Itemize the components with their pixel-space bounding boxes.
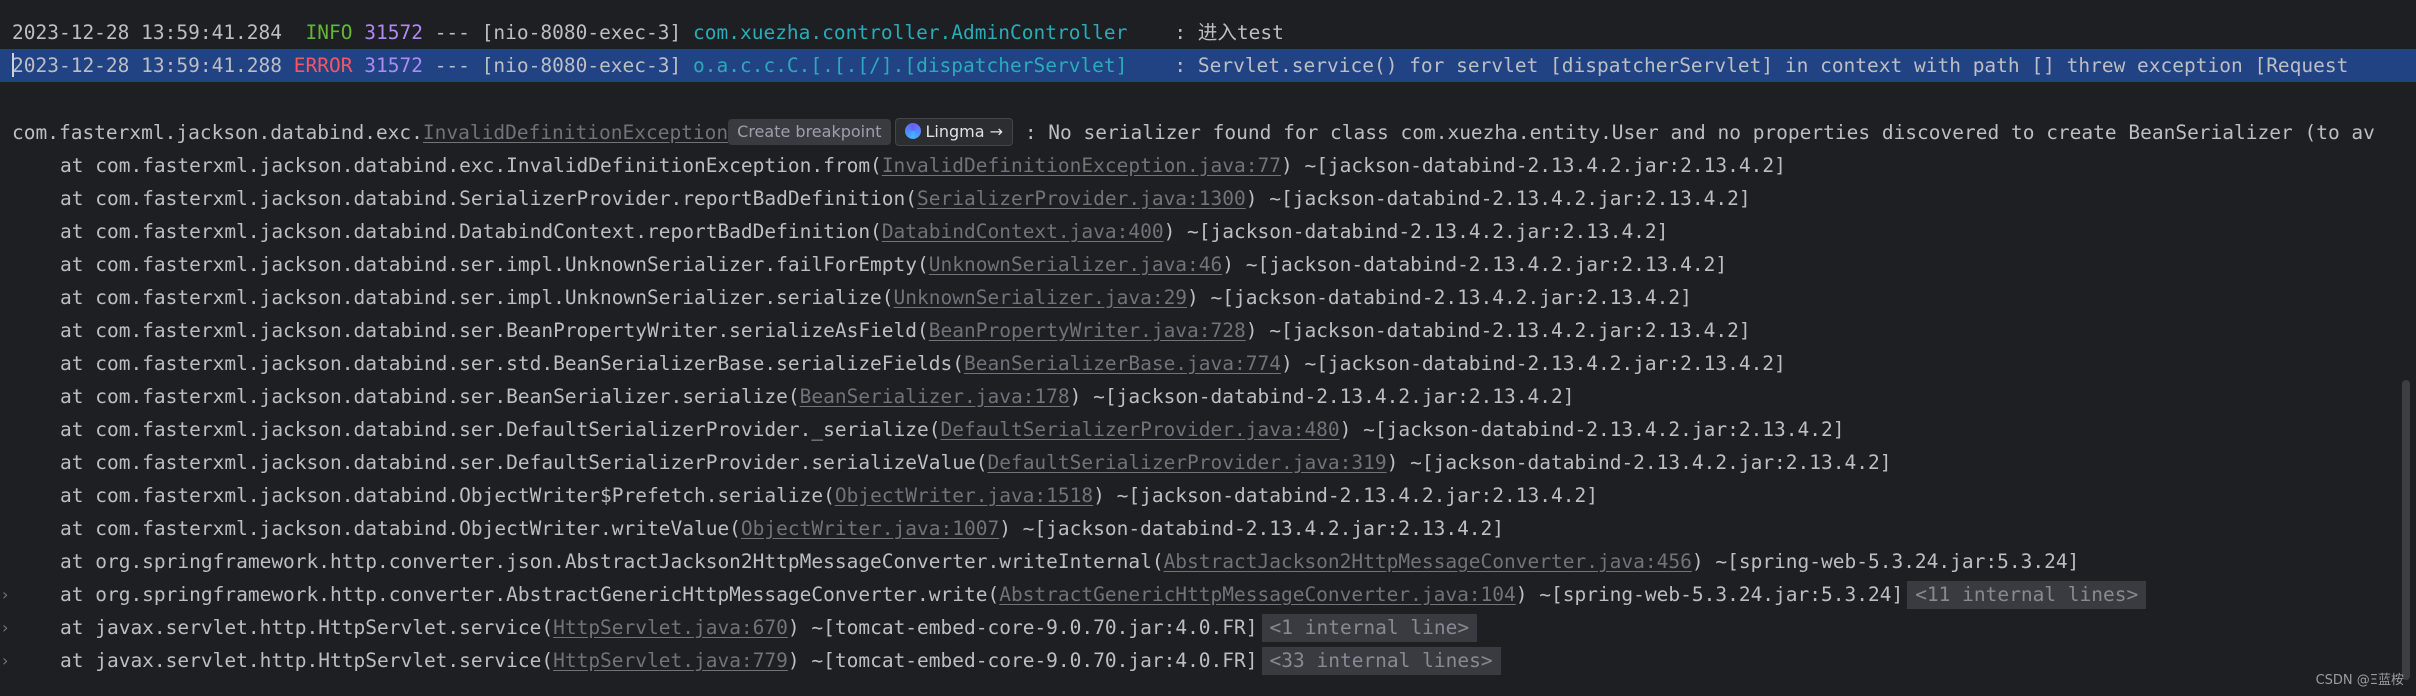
stack-frame: at com.fasterxml.jackson.databind.ser.st… — [0, 347, 2416, 380]
frame-source-link[interactable]: BeanSerializerBase.java:774 — [964, 352, 1281, 375]
stack-frame: › at javax.servlet.http.HttpServlet.servi… — [0, 644, 2416, 677]
internal-lines-fold[interactable]: <33 internal lines> — [1261, 646, 1501, 675]
frame-source-link[interactable]: HttpServlet.java:670 — [553, 616, 788, 639]
frame-source-link[interactable]: UnknownSerializer.java:46 — [929, 253, 1223, 276]
frame-method: at javax.servlet.http.HttpServlet.servic… — [60, 649, 554, 672]
exception-message: : No serializer found for class com.xuez… — [1024, 121, 2375, 144]
frame-method: at org.springframework.http.converter.js… — [60, 550, 1164, 573]
frame-method: at javax.servlet.http.HttpServlet.servic… — [60, 616, 554, 639]
log-message: : Servlet.service() for servlet [dispatc… — [1174, 54, 2349, 77]
watermark: CSDN @Ξ蓝桉 — [2315, 673, 2404, 688]
frame-jar-info: ) ~[jackson-databind-2.13.4.2.jar:2.13.4… — [1163, 220, 1669, 243]
log-level-error: ERROR — [293, 54, 353, 77]
frame-method: at com.fasterxml.jackson.databind.Serial… — [60, 187, 918, 210]
log-thread: [nio-8080-exec-3] — [481, 54, 682, 77]
stack-frame: at com.fasterxml.jackson.databind.Object… — [0, 512, 2416, 545]
frame-source-link[interactable]: DefaultSerializerProvider.java:480 — [941, 418, 1340, 441]
log-separator: --- — [434, 21, 470, 44]
frame-method: at com.fasterxml.jackson.databind.ser.Be… — [60, 319, 929, 342]
frame-source-link[interactable]: BeanSerializer.java:178 — [800, 385, 1070, 408]
stack-frame: at org.springframework.http.converter.js… — [0, 545, 2416, 578]
frame-jar-info: ) ~[jackson-databind-2.13.4.2.jar:2.13.4… — [999, 517, 1505, 540]
log-logger: o.a.c.c.C.[.[.[/].[dispatcherServlet] — [693, 54, 1128, 77]
log-separator: --- — [434, 54, 470, 77]
stack-frame: at com.fasterxml.jackson.databind.ser.Be… — [0, 380, 2416, 413]
frame-method: at com.fasterxml.jackson.databind.exc.In… — [60, 154, 882, 177]
stack-frame: at com.fasterxml.jackson.databind.ser.De… — [0, 446, 2416, 479]
stack-frame: at com.fasterxml.jackson.databind.ser.im… — [0, 248, 2416, 281]
stack-frame: at com.fasterxml.jackson.databind.ser.De… — [0, 413, 2416, 446]
frame-source-link[interactable]: AbstractJackson2HttpMessageConverter.jav… — [1164, 550, 1692, 573]
log-pid: 31572 — [364, 21, 423, 44]
exception-header: com.fasterxml.jackson.databind.exc.Inval… — [0, 116, 2416, 149]
exception-class-link[interactable]: InvalidDefinitionException — [423, 121, 728, 144]
log-line-error[interactable]: 2023-12-28 13:59:41.288 ERROR 31572 --- … — [0, 49, 2416, 82]
log-logger: com.xuezha.controller.AdminController — [693, 21, 1128, 44]
stack-frame: › at org.springframework.http.converter.A… — [0, 578, 2416, 611]
chevron-right-icon[interactable]: › — [2, 611, 8, 644]
log-pid: 31572 — [364, 54, 423, 77]
frame-source-link[interactable]: HttpServlet.java:779 — [553, 649, 788, 672]
text-caret — [12, 52, 14, 77]
frame-method: at com.fasterxml.jackson.databind.ser.im… — [60, 286, 894, 309]
create-breakpoint-button[interactable]: Create breakpoint — [728, 118, 891, 145]
frame-jar-info: ) ~[jackson-databind-2.13.4.2.jar:2.13.4… — [1245, 187, 1751, 210]
frame-jar-info: ) ~[jackson-databind-2.13.4.2.jar:2.13.4… — [1245, 319, 1751, 342]
log-thread: [nio-8080-exec-3] — [481, 21, 682, 44]
frame-jar-info: ) ~[jackson-databind-2.13.4.2.jar:2.13.4… — [1093, 484, 1598, 507]
frame-method: at org.springframework.http.converter.Ab… — [60, 583, 1000, 606]
frame-method: at com.fasterxml.jackson.databind.ser.De… — [60, 451, 988, 474]
frame-jar-info: ) ~[spring-web-5.3.24.jar:5.3.24] — [1691, 550, 2080, 573]
frame-method: at com.fasterxml.jackson.databind.ser.st… — [60, 352, 964, 375]
log-timestamp: 2023-12-28 13:59:41.288 — [12, 54, 283, 77]
frame-method: at com.fasterxml.jackson.databind.Object… — [60, 484, 835, 507]
frame-jar-info: ) ~[jackson-databind-2.13.4.2.jar:2.13.4… — [1280, 154, 1786, 177]
frame-method: at com.fasterxml.jackson.databind.ser.Be… — [60, 385, 800, 408]
console-output: 2023-12-28 13:59:41.284 INFO 31572 --- [… — [0, 0, 2416, 696]
frame-method: at com.fasterxml.jackson.databind.Databi… — [60, 220, 882, 243]
stack-frame: at com.fasterxml.jackson.databind.ser.im… — [0, 281, 2416, 314]
frame-source-link[interactable]: DatabindContext.java:400 — [882, 220, 1164, 243]
frame-jar-info: ) ~[tomcat-embed-core-9.0.70.jar:4.0.FR] — [787, 649, 1258, 672]
log-message: : 进入test — [1174, 21, 1284, 44]
stack-frame: at com.fasterxml.jackson.databind.Object… — [0, 479, 2416, 512]
frame-jar-info: ) ~[jackson-databind-2.13.4.2.jar:2.13.4… — [1069, 385, 1575, 408]
frame-jar-info: ) ~[jackson-databind-2.13.4.2.jar:2.13.4… — [1187, 286, 1692, 309]
frame-method: at com.fasterxml.jackson.databind.Object… — [60, 517, 741, 540]
lingma-button[interactable]: Lingma → — [894, 117, 1014, 146]
stack-frame: › at javax.servlet.http.HttpServlet.servi… — [0, 611, 2416, 644]
frame-source-link[interactable]: ObjectWriter.java:1007 — [741, 517, 999, 540]
internal-lines-fold[interactable]: <1 internal line> — [1261, 613, 1478, 642]
stack-frame: at com.fasterxml.jackson.databind.exc.In… — [0, 149, 2416, 182]
log-level-info: INFO — [305, 21, 353, 44]
frame-jar-info: ) ~[jackson-databind-2.13.4.2.jar:2.13.4… — [1222, 253, 1728, 276]
vertical-scrollbar[interactable] — [2402, 380, 2410, 680]
frame-source-link[interactable]: DefaultSerializerProvider.java:319 — [987, 451, 1386, 474]
stack-frame: at com.fasterxml.jackson.databind.ser.Be… — [0, 314, 2416, 347]
frame-jar-info: ) ~[jackson-databind-2.13.4.2.jar:2.13.4… — [1386, 451, 1892, 474]
stack-frame: at com.fasterxml.jackson.databind.Databi… — [0, 215, 2416, 248]
lingma-logo-icon — [904, 123, 921, 139]
log-line-info: 2023-12-28 13:59:41.284 INFO 31572 --- [… — [0, 16, 2416, 49]
frame-source-link[interactable]: BeanPropertyWriter.java:728 — [929, 319, 1246, 342]
frame-jar-info: ) ~[jackson-databind-2.13.4.2.jar:2.13.4… — [1280, 352, 1786, 375]
frame-method: at com.fasterxml.jackson.databind.ser.De… — [60, 418, 941, 441]
frame-source-link[interactable]: ObjectWriter.java:1518 — [835, 484, 1093, 507]
frame-jar-info: ) ~[jackson-databind-2.13.4.2.jar:2.13.4… — [1339, 418, 1845, 441]
frame-jar-info: ) ~[tomcat-embed-core-9.0.70.jar:4.0.FR] — [787, 616, 1258, 639]
stack-frame: at com.fasterxml.jackson.databind.Serial… — [0, 182, 2416, 215]
log-timestamp: 2023-12-28 13:59:41.284 — [12, 21, 283, 44]
lingma-label: Lingma → — [925, 121, 1004, 141]
chevron-right-icon[interactable]: › — [2, 578, 8, 611]
frame-source-link[interactable]: AbstractGenericHttpMessageConverter.java… — [999, 583, 1516, 606]
frame-method: at com.fasterxml.jackson.databind.ser.im… — [60, 253, 929, 276]
internal-lines-fold[interactable]: <11 internal lines> — [1907, 580, 2147, 609]
frame-source-link[interactable]: InvalidDefinitionException.java:77 — [882, 154, 1281, 177]
exception-package: com.fasterxml.jackson.databind.exc. — [12, 121, 423, 144]
frame-source-link[interactable]: UnknownSerializer.java:29 — [894, 286, 1188, 309]
frame-source-link[interactable]: SerializerProvider.java:1300 — [917, 187, 1246, 210]
chevron-right-icon[interactable]: › — [2, 644, 8, 677]
frame-jar-info: ) ~[spring-web-5.3.24.jar:5.3.24] — [1515, 583, 1904, 606]
